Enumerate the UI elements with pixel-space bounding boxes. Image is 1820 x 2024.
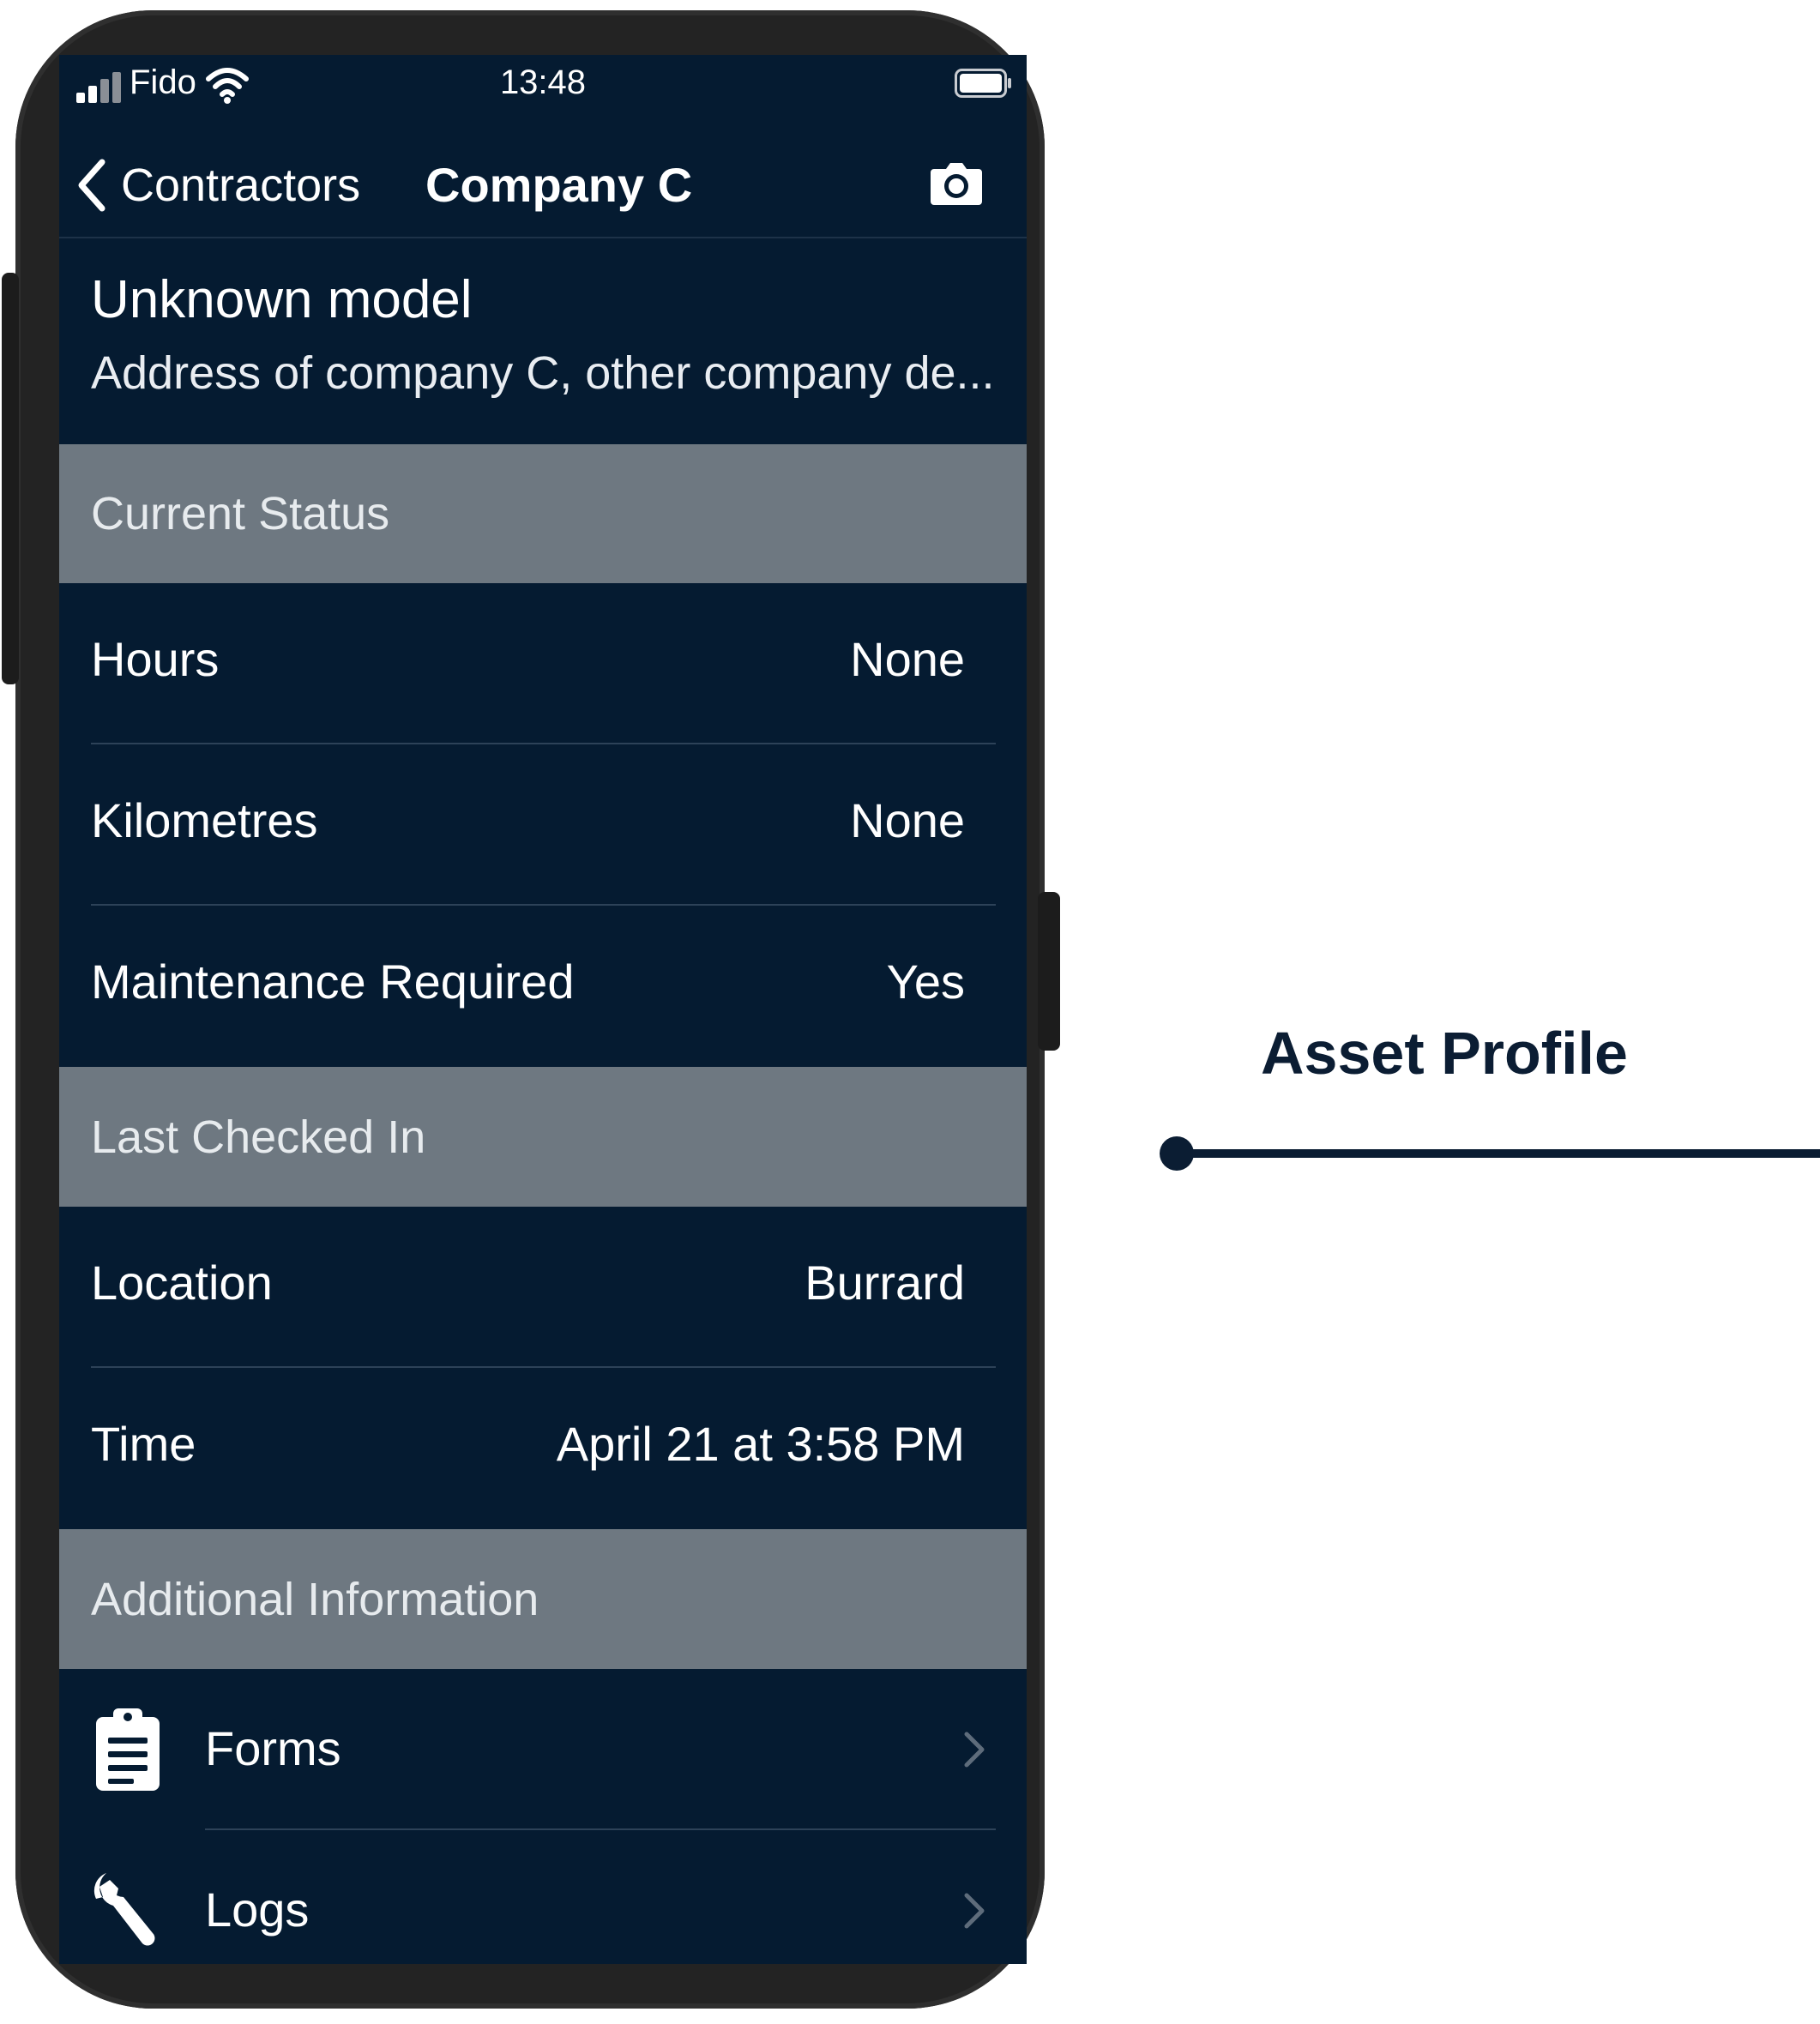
- chevron-left-icon: [78, 159, 105, 212]
- page-title: Company C: [425, 158, 693, 212]
- row-label: Maintenance Required: [91, 955, 575, 1009]
- camera-icon[interactable]: [929, 155, 984, 210]
- asset-header: Unknown model Address of company C, othe…: [59, 238, 1027, 444]
- checkin-row-location: Location Burrard: [59, 1207, 1027, 1368]
- navigation-bar: Contractors Company C: [59, 136, 1027, 235]
- phone-screen: Fido 13:48 Contractors Company C Unknown…: [59, 55, 1027, 1964]
- row-value: Yes: [886, 955, 965, 1009]
- row-value: Burrard: [805, 1256, 965, 1310]
- back-button-label: Contractors: [121, 160, 361, 211]
- checkin-row-time: Time April 21 at 3:58 PM: [59, 1368, 1027, 1529]
- wrench-icon: [93, 1873, 155, 1946]
- row-label: Time: [91, 1417, 196, 1471]
- battery-icon: [955, 69, 1011, 98]
- asset-address: Address of company C, other company de..…: [91, 347, 995, 399]
- row-value: None: [850, 793, 965, 847]
- row-label: Kilometres: [91, 793, 318, 847]
- list-item-label: Logs: [205, 1882, 310, 1937]
- row-value: None: [850, 632, 965, 686]
- section-header-current-status: Current Status: [59, 444, 1027, 583]
- status-row-maintenance-required: Maintenance Required Yes: [59, 906, 1027, 1067]
- chevron-right-icon: [964, 1893, 985, 1929]
- list-item-logs[interactable]: Logs: [59, 1830, 1027, 1964]
- row-label: Location: [91, 1256, 273, 1310]
- asset-model: Unknown model: [91, 270, 473, 329]
- back-button[interactable]: Contractors: [75, 155, 360, 215]
- row-value: April 21 at 3:58 PM: [556, 1417, 965, 1471]
- annotation-pointer-line: [1160, 1136, 1820, 1171]
- status-bar: Fido 13:48: [59, 55, 1027, 115]
- phone-volume-button: [2, 273, 19, 684]
- section-header-last-checked-in: Last Checked In: [59, 1067, 1027, 1207]
- clipboard-icon: [96, 1708, 160, 1791]
- list-item-forms[interactable]: Forms: [59, 1669, 1027, 1830]
- status-row-kilometres: Kilometres None: [59, 744, 1027, 906]
- row-label: Hours: [91, 632, 220, 686]
- status-time: 13:48: [499, 63, 587, 101]
- section-header-additional-information: Additional Information: [59, 1529, 1027, 1669]
- chevron-right-icon: [964, 1732, 985, 1768]
- phone-power-button: [1038, 892, 1060, 1051]
- status-row-hours: Hours None: [59, 583, 1027, 744]
- annotation-title: Asset Profile: [1261, 1020, 1628, 1087]
- list-item-label: Forms: [205, 1721, 341, 1775]
